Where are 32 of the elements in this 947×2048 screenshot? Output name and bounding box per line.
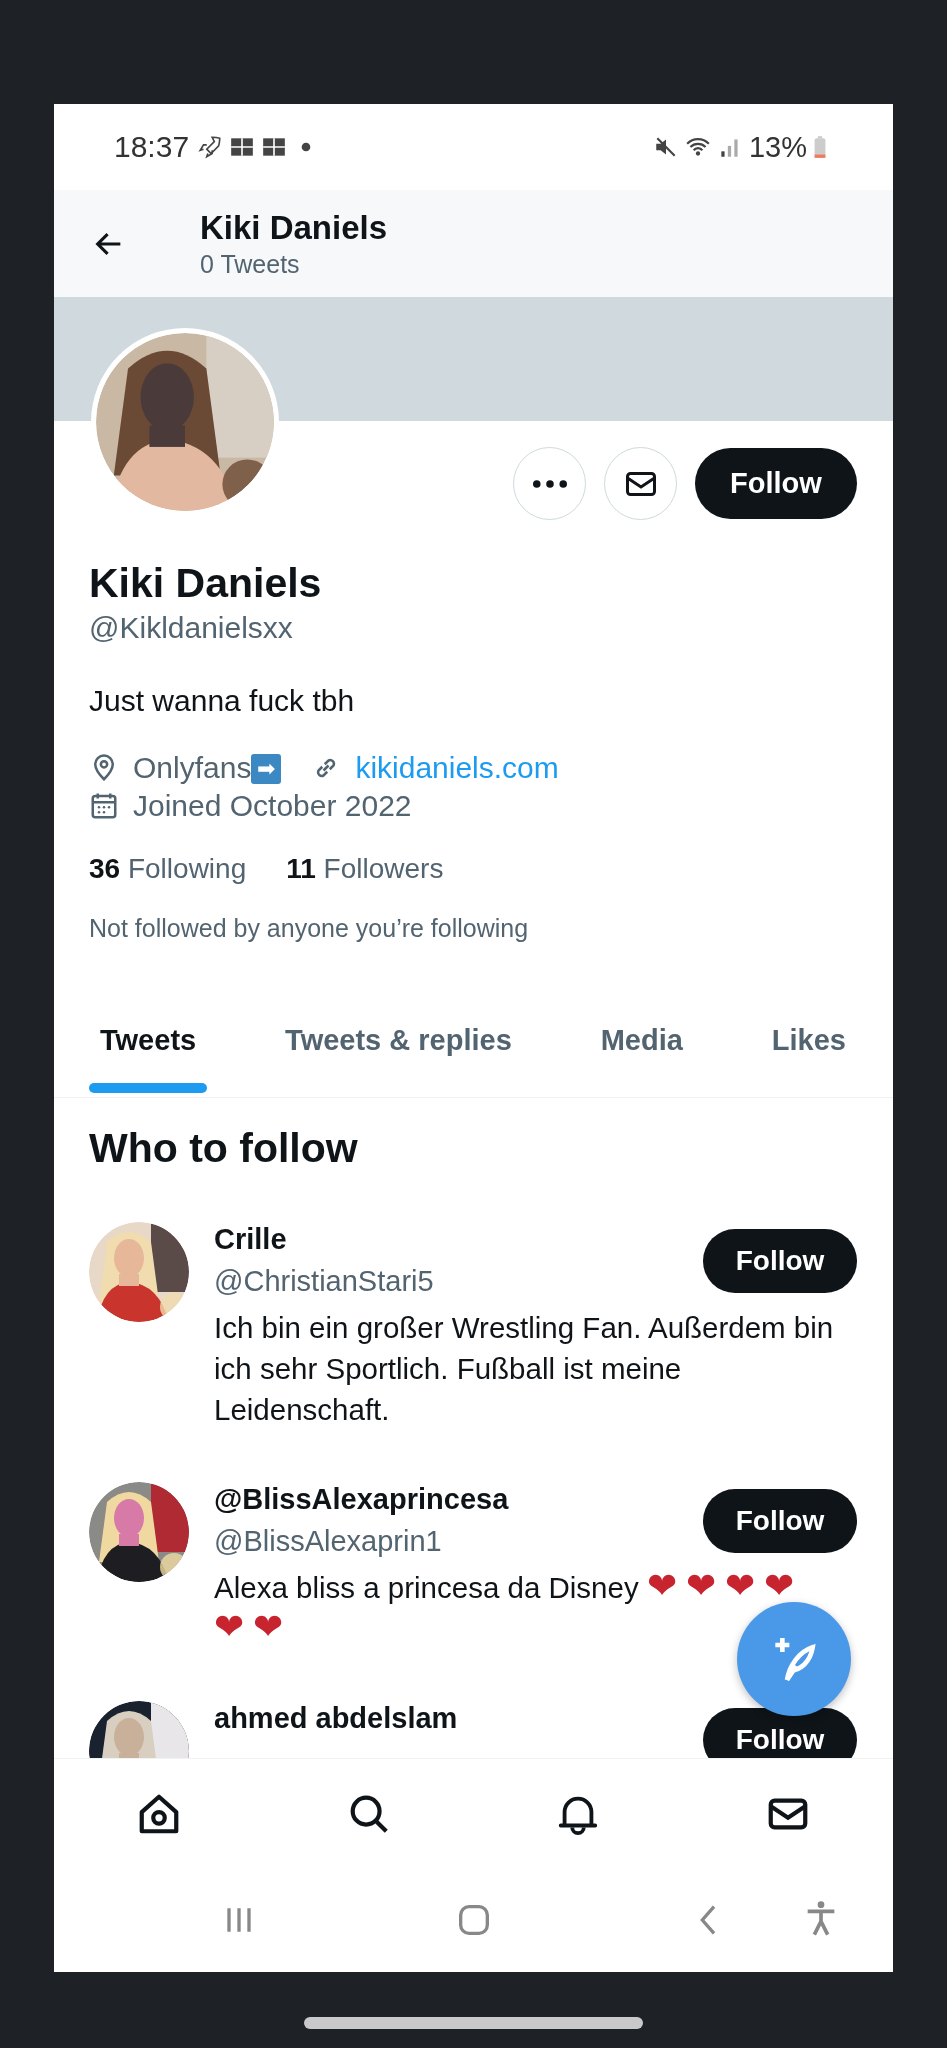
joined-date: Joined October 2022 xyxy=(133,789,412,823)
account-name: Crille xyxy=(214,1222,288,1256)
profile-handle: @Kikldanielsxx xyxy=(89,610,294,646)
followers-link[interactable]: 11 Followers xyxy=(286,853,444,885)
profile-tab[interactable]: Likes xyxy=(760,995,857,1093)
more-icon xyxy=(532,479,567,488)
header-title: Kiki Daniels xyxy=(200,208,388,247)
account-bio: Ich bin ein großer Wrestling Fan. Außerdem bin ich sehr Sportlich. Fußball ist meine Leidenschaft. xyxy=(214,1311,834,1426)
tweet-count: 0 Tweets xyxy=(200,248,301,279)
profile-tab[interactable]: Tweets xyxy=(89,995,208,1093)
profile-bio: Just wanna fuck tbh xyxy=(89,683,356,719)
account-name: @BlissAlexaprincesa xyxy=(214,1482,510,1516)
account-bio: Alexa bliss a princesa da Disney xyxy=(214,1571,639,1604)
account-handle: @BlissAlexaprin1 xyxy=(214,1524,443,1558)
calendar-icon xyxy=(89,791,119,821)
heart-emojis: ❤❤ xyxy=(214,1606,292,1647)
profile-tab[interactable]: Tweets & replies xyxy=(274,995,523,1093)
account-name: ahmed abdelslam xyxy=(214,1701,459,1735)
follow-button[interactable]: Follow xyxy=(703,1708,857,1758)
following-link[interactable]: 36 Following xyxy=(89,853,247,885)
mutuals-note: Not followed by anyone you’re following xyxy=(89,913,530,943)
status-time: 18:37 xyxy=(114,130,190,164)
follow-button[interactable]: Follow xyxy=(703,1229,857,1293)
follow-button[interactable]: Follow xyxy=(695,448,857,519)
profile-location: Onlyfans➡ xyxy=(133,751,282,785)
battery-percent: 13% xyxy=(748,130,807,164)
profile-tab[interactable]: Media xyxy=(589,995,694,1093)
follow-button[interactable]: Follow xyxy=(703,1489,857,1553)
account-handle: @ChristianStari5 xyxy=(214,1264,435,1298)
heart-emojis: ❤❤❤❤ xyxy=(646,1565,803,1606)
profile-name: Kiki Daniels xyxy=(89,559,323,607)
section-title: Who to follow xyxy=(89,1126,359,1170)
